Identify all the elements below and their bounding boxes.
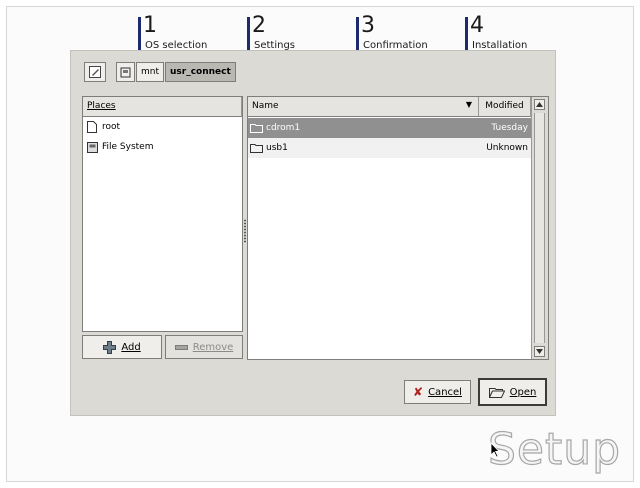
file-chooser-dialog: mnt usr_connect Places root File System xyxy=(70,50,556,416)
file-name: cdrom1 xyxy=(266,123,301,133)
scroll-up-button[interactable] xyxy=(534,99,545,110)
open-button[interactable]: Open xyxy=(478,378,547,406)
places-list: root File System xyxy=(83,117,242,157)
arrow-down-icon xyxy=(536,349,543,354)
add-label: Add xyxy=(121,341,141,353)
step-number: 1 xyxy=(143,13,157,38)
files-scrollbar[interactable] xyxy=(531,97,548,359)
open-label: Open xyxy=(509,386,537,398)
modified-column-header[interactable]: Modified xyxy=(479,97,531,117)
sort-down-icon: ▼ xyxy=(465,100,472,109)
place-label: File System xyxy=(102,142,154,152)
step-number: 4 xyxy=(470,13,484,38)
modified-header-label: Modified xyxy=(485,101,524,111)
place-label: root xyxy=(102,122,121,132)
file-modified: Unknown xyxy=(486,143,528,153)
places-header[interactable]: Places xyxy=(83,97,242,117)
places-pane: Places root File System xyxy=(82,96,243,332)
cancel-button[interactable]: ✘ Cancel xyxy=(404,380,471,404)
step-marker xyxy=(138,17,141,53)
step-marker xyxy=(356,17,359,53)
add-bookmark-button[interactable]: Add xyxy=(82,335,162,359)
cancel-label: Cancel xyxy=(428,386,462,398)
place-item-root[interactable]: root xyxy=(83,117,242,137)
add-icon xyxy=(103,340,117,354)
path-bar: mnt usr_connect xyxy=(116,62,236,82)
step-marker xyxy=(465,17,468,53)
pencil-icon xyxy=(89,66,101,78)
step-number: 2 xyxy=(252,13,266,38)
place-item-file-system[interactable]: File System xyxy=(83,137,242,157)
mouse-pointer-icon xyxy=(490,442,500,458)
drive-icon xyxy=(120,67,131,77)
remove-bookmark-button[interactable]: Remove xyxy=(165,335,243,359)
scroll-trough[interactable] xyxy=(534,113,545,343)
arrow-up-icon xyxy=(536,102,543,107)
folder-icon xyxy=(250,123,263,133)
file-row-cdrom1[interactable]: cdrom1 Tuesday xyxy=(248,118,531,138)
path-crumb-usr-connect[interactable]: usr_connect xyxy=(165,62,236,82)
name-column-header[interactable]: Name ▼ xyxy=(248,97,479,117)
file-name: usb1 xyxy=(266,143,288,153)
scroll-down-button[interactable] xyxy=(534,346,545,357)
places-header-label: Places xyxy=(87,101,116,111)
drive-icon xyxy=(85,141,99,153)
step-number: 3 xyxy=(361,13,375,38)
path-root-button[interactable] xyxy=(116,62,135,82)
path-crumb-mnt[interactable]: mnt xyxy=(136,62,164,82)
cancel-x-icon: ✘ xyxy=(413,385,424,399)
open-folder-icon xyxy=(488,387,505,398)
step-marker xyxy=(247,17,250,53)
setup-logo: Setup xyxy=(487,423,622,475)
file-modified: Tuesday xyxy=(491,123,528,133)
type-location-button[interactable] xyxy=(84,62,106,82)
files-pane: Name ▼ Modified cdrom1 Tuesday usb1 Unkn… xyxy=(247,96,549,360)
name-header-label: Name xyxy=(252,101,279,111)
file-row-usb1[interactable]: usb1 Unknown xyxy=(248,138,531,158)
folder-icon xyxy=(250,143,263,153)
home-folder-icon xyxy=(85,121,99,133)
remove-icon xyxy=(174,344,188,350)
remove-label: Remove xyxy=(192,341,234,353)
